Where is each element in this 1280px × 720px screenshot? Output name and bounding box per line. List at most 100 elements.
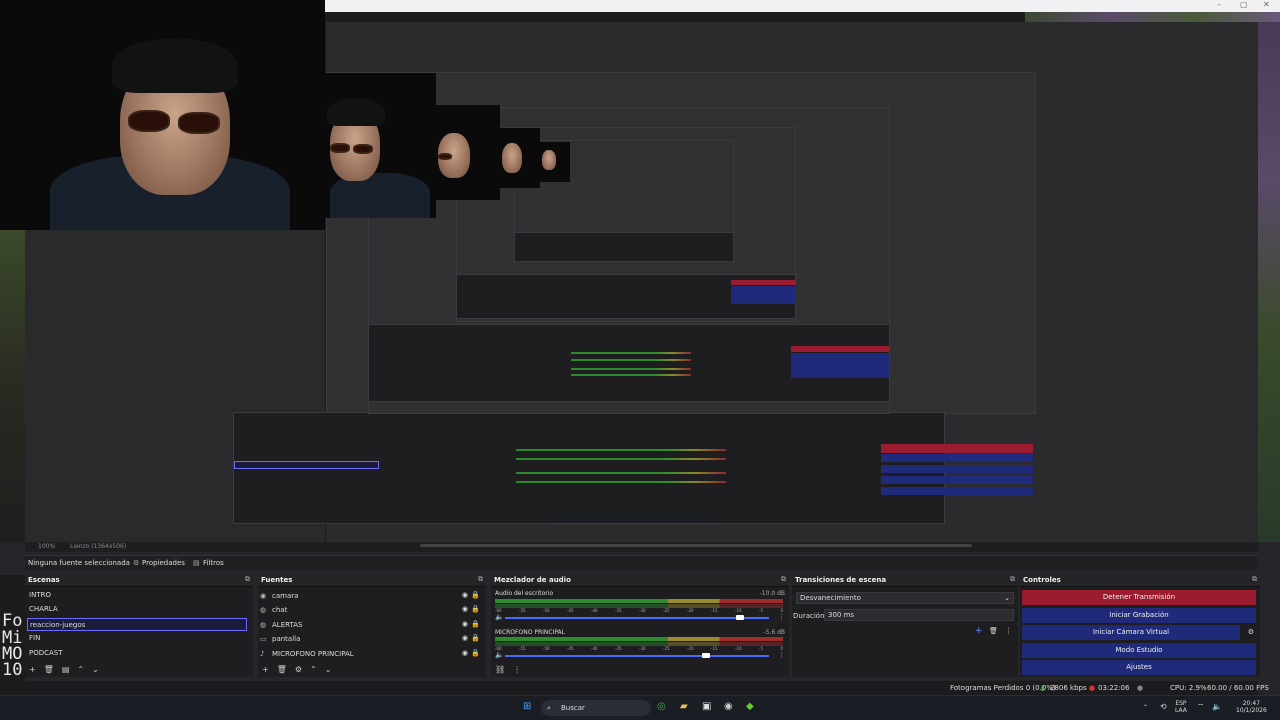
start-virtual-camera-button[interactable]: Iniciar Cámara Virtual: [1022, 625, 1240, 640]
add-transition-icon[interactable]: +: [975, 626, 983, 636]
folder-icon[interactable]: ▰: [680, 701, 688, 712]
filter-icon[interactable]: ▤: [193, 559, 200, 567]
transition-select[interactable]: Desvanecimiento ⌄: [796, 592, 1014, 604]
scene-item-reaccion-juegos[interactable]: reaccion-juegos: [27, 618, 247, 631]
nested-docks-4: [514, 232, 734, 262]
chrome-icon[interactable]: ◎: [657, 701, 666, 712]
dock-menu-icon[interactable]: ⧉: [1010, 575, 1015, 584]
minimize-icon[interactable]: –: [1217, 0, 1221, 9]
windows-start-icon[interactable]: ⊞: [523, 701, 531, 712]
studio-mode-button[interactable]: Modo Estudio: [1022, 643, 1256, 658]
volume-handle[interactable]: [735, 615, 744, 620]
minecraft-icon[interactable]: ◆: [746, 701, 754, 712]
zoom-level[interactable]: 100%: [38, 543, 55, 550]
close-icon[interactable]: ✕: [1263, 0, 1270, 9]
duration-value: 300 ms: [828, 611, 855, 619]
stop-streaming-button[interactable]: Detener Transmisión: [1022, 590, 1256, 605]
nested-stop-stream-3: [731, 280, 796, 285]
channel-menu-icon[interactable]: ⋮: [778, 651, 785, 659]
filter-icon[interactable]: ▤: [62, 665, 70, 674]
taskbar-search[interactable]: ⌕ Buscar: [541, 700, 651, 716]
nested-meter: [571, 374, 691, 376]
lock-icon[interactable]: 🔒: [471, 620, 480, 628]
wifi-icon[interactable]: ⌔: [1197, 703, 1205, 711]
preview-scrollbar[interactable]: [420, 544, 972, 547]
store-icon[interactable]: ▣: [702, 701, 711, 712]
maximize-icon[interactable]: ▢: [1240, 0, 1248, 9]
audio-mixer-dock: Mezclador de audio ⧉ Audio del escritori…: [491, 573, 789, 677]
source-label: ALERTAS: [272, 621, 303, 629]
volume-slider[interactable]: [505, 617, 769, 619]
filters-button[interactable]: Filtros: [203, 559, 224, 567]
gear-icon[interactable]: ⚙: [295, 665, 302, 674]
lock-icon[interactable]: 🔒: [471, 634, 480, 642]
scene-item-fin[interactable]: FIN: [27, 632, 251, 645]
link-icon[interactable]: ⛓: [495, 665, 505, 674]
volume-handle[interactable]: [701, 653, 710, 658]
dock-menu-icon[interactable]: ⧉: [245, 575, 250, 584]
trash-icon[interactable]: 🗑: [44, 665, 54, 674]
dock-menu-icon[interactable]: ⧉: [1252, 575, 1257, 584]
scenes-dock: Escenas ⧉ INTRO CHARLA reaccion-juegos F…: [25, 573, 253, 677]
eye-icon[interactable]: ◉: [462, 620, 468, 628]
source-item[interactable]: ◉ camara ◉ 🔒: [260, 590, 482, 603]
properties-button[interactable]: Propiedades: [142, 559, 185, 567]
eye-icon[interactable]: ◉: [462, 649, 468, 657]
down-icon[interactable]: ⌄: [92, 665, 99, 674]
scene-item-intro[interactable]: INTRO: [27, 589, 251, 602]
source-item[interactable]: ◍ ALERTAS ◉ 🔒: [260, 619, 482, 632]
obs-icon[interactable]: ◉: [724, 701, 733, 712]
trash-icon[interactable]: 🗑: [989, 627, 998, 635]
language-indicator[interactable]: ESP LAA: [1175, 700, 1187, 714]
trash-icon[interactable]: 🗑: [277, 665, 287, 674]
lock-icon[interactable]: 🔒: [471, 605, 480, 613]
channel-db: -5.6 dB: [763, 629, 785, 636]
speaker-icon[interactable]: 🔈: [495, 613, 504, 621]
signal-icon: ▮: [1041, 684, 1045, 692]
clock[interactable]: 20:47 10/1/2026: [1236, 700, 1267, 714]
speaker-icon[interactable]: 🔈: [495, 651, 504, 659]
scene-item-podcast[interactable]: PODCAST: [27, 647, 251, 660]
game-background-strip: [1025, 12, 1280, 22]
nested-record: [881, 454, 1033, 462]
add-icon[interactable]: +: [29, 665, 36, 674]
up-icon[interactable]: ⌃: [77, 665, 84, 674]
webcam-feed-nested: [325, 73, 436, 218]
menu-icon[interactable]: ⋮: [513, 665, 521, 674]
eye-icon[interactable]: ◉: [462, 634, 468, 642]
source-item[interactable]: ▭ pantalla ◉ 🔒: [260, 633, 482, 646]
webcam-feed-nested: [436, 105, 500, 200]
gear-icon[interactable]: ⚙: [1248, 628, 1254, 636]
duration-field[interactable]: 300 ms: [824, 609, 1014, 621]
dock-menu-icon[interactable]: ⧉: [478, 575, 483, 584]
channel-name: MICROFONO PRINCIPAL: [495, 629, 566, 636]
down-icon[interactable]: ⌄: [325, 665, 332, 674]
lock-icon[interactable]: 🔒: [471, 591, 480, 599]
scene-label: reaccion-juegos: [30, 621, 86, 629]
preview-canvas[interactable]: [233, 22, 1255, 542]
settings-button[interactable]: Ajustes: [1022, 660, 1256, 675]
volume-slider[interactable]: [505, 655, 769, 657]
eye-icon[interactable]: ◉: [462, 591, 468, 599]
menu-icon[interactable]: ⋮: [1005, 627, 1012, 635]
eye-icon[interactable]: ◉: [462, 605, 468, 613]
sync-icon[interactable]: ⟲: [1160, 703, 1167, 711]
gear-icon[interactable]: ⚙: [133, 559, 139, 567]
up-icon[interactable]: ⌃: [310, 665, 317, 674]
source-item[interactable]: ◍ chat ◉ 🔒: [260, 604, 482, 617]
scene-label: CHARLA: [29, 605, 58, 613]
source-label: camara: [272, 592, 299, 600]
lock-icon[interactable]: 🔒: [471, 649, 480, 657]
nested-controls-2: [791, 353, 889, 378]
speaker-icon[interactable]: 🔈: [1212, 703, 1222, 711]
mixer-header: Mezclador de audio ⧉: [491, 573, 789, 587]
start-recording-button[interactable]: Iniciar Grabación: [1022, 608, 1256, 623]
scene-item-charla[interactable]: CHARLA: [27, 603, 251, 616]
dock-menu-icon[interactable]: ⧉: [781, 575, 786, 584]
webcam-feed-nested: [500, 128, 540, 188]
add-icon[interactable]: +: [262, 665, 269, 674]
scenes-title: Escenas: [28, 576, 60, 584]
channel-menu-icon[interactable]: ⋮: [778, 613, 785, 621]
source-item[interactable]: ♪ MICROFONO PRINCIPAL ◉ 🔒: [260, 648, 482, 661]
chevron-up-icon[interactable]: ⌃: [1143, 704, 1148, 711]
